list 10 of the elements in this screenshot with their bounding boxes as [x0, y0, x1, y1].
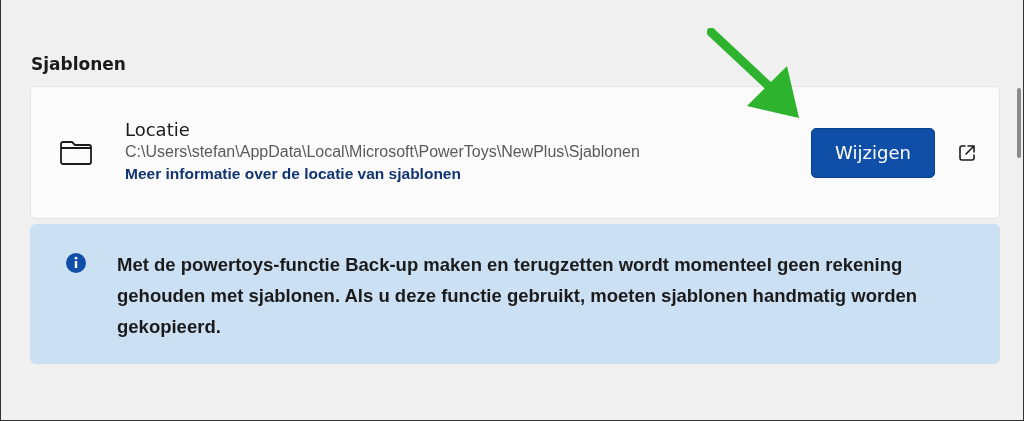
location-label: Locatie — [125, 118, 191, 140]
scrollbar-thumb[interactable] — [1017, 88, 1021, 158]
change-button[interactable]: Wijzigen — [811, 127, 935, 178]
folder-icon — [59, 139, 93, 166]
location-path: C:\Users\stefan\AppData\Local\Microsoft\PowerToys\NewPlus\Sjablonen — [125, 142, 641, 161]
info-icon — [65, 252, 87, 274]
info-link[interactable]: Meer informatie over de locatie van sjablonen — [125, 164, 811, 183]
info-message: Met de powertoys-functie Back-up maken en terugzetten wordt momenteel geen rekening gehouden met sjablonen. Als u deze functie gebruikt, moeten sjablonen handmatig worden gekopieerd. — [117, 253, 919, 339]
section-title: Sjablonen — [31, 54, 127, 74]
external-link-icon[interactable] — [957, 142, 977, 163]
